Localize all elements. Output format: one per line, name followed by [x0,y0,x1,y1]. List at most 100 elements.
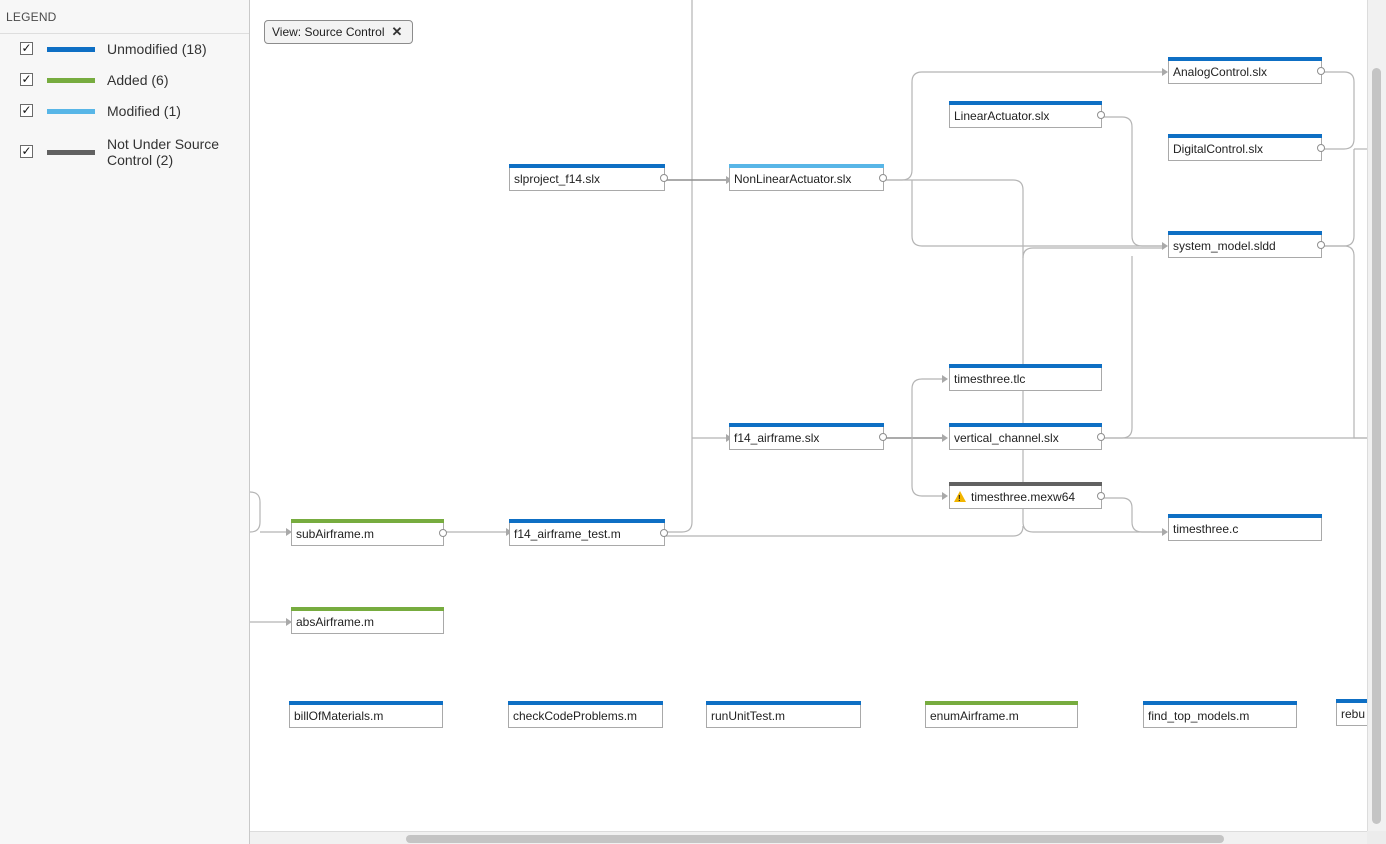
vertical-scroll-thumb[interactable] [1372,68,1381,824]
node-nonlinear-actuator[interactable]: NonLinearActuator.slx [729,164,887,191]
node-label: billOfMaterials.m [294,709,384,723]
checkbox-added[interactable]: ✓ [20,73,33,86]
node-label: enumAirframe.m [930,709,1019,723]
status-bar [729,164,884,168]
node-label: f14_airframe.slx [734,431,820,445]
status-bar [291,519,444,523]
legend-item-added[interactable]: ✓ Added (6) [0,65,249,95]
legend-item-unmodified[interactable]: ✓ Unmodified (18) [0,34,249,64]
node-timesthree-tlc[interactable]: timesthree.tlc [949,364,1102,391]
checkbox-modified[interactable]: ✓ [20,104,33,117]
view-filter-label: View: Source Control [272,25,385,39]
node-rebu-partial[interactable]: rebu [1336,699,1367,726]
legend-swatch-added [47,78,95,83]
legend-label-added: Added (6) [107,72,169,88]
node-label: system_model.sldd [1173,239,1276,253]
output-port[interactable] [660,529,668,537]
output-port[interactable] [660,174,668,182]
legend-swatch-not-under-source-control [47,150,95,155]
legend-item-modified[interactable]: ✓ Modified (1) [0,96,249,126]
node-label: rebu [1341,707,1366,721]
legend-label-not-under-source-control: Not Under Source Control (2) [107,136,220,168]
node-analog-control[interactable]: AnalogControl.slx [1168,57,1325,84]
status-bar [925,701,1078,705]
node-sub-airframe[interactable]: subAirframe.m [291,519,447,546]
node-label: runUnitTest.m [711,709,786,723]
horizontal-scroll-thumb[interactable] [406,835,1224,843]
node-bill-of-materials[interactable]: billOfMaterials.m [289,701,443,728]
node-label: timesthree.c [1173,522,1239,536]
output-port[interactable] [1097,433,1105,441]
dependency-graph-canvas[interactable]: View: Source Control ✕ slproject_f14.slx … [250,0,1367,831]
output-port[interactable] [879,433,887,441]
node-slproject-f14[interactable]: slproject_f14.slx [509,164,668,191]
horizontal-scrollbar[interactable] [250,831,1367,844]
node-label: vertical_channel.slx [954,431,1059,445]
node-timesthree-mexw64[interactable]: timesthree.mexw64 [949,482,1105,509]
output-port[interactable] [1317,144,1325,152]
status-bar [1168,514,1322,518]
status-bar [509,519,665,523]
node-system-model[interactable]: system_model.sldd [1168,231,1325,258]
node-label: DigitalControl.slx [1173,142,1264,156]
legend-item-not-under-source-control[interactable]: ✓ Not Under Source Control (2) [0,134,249,170]
node-digital-control[interactable]: DigitalControl.slx [1168,134,1325,161]
legend-swatch-unmodified [47,47,95,52]
status-bar [706,701,861,705]
checkbox-not-under-source-control[interactable]: ✓ [20,145,33,158]
node-abs-airframe[interactable]: absAirframe.m [291,607,444,634]
node-label: LinearActuator.slx [954,109,1050,123]
status-bar [1143,701,1297,705]
status-bar [1336,699,1367,703]
output-port[interactable] [1317,67,1325,75]
status-bar [291,607,444,611]
legend-label-unmodified: Unmodified (18) [107,41,207,57]
node-f14-airframe[interactable]: f14_airframe.slx [729,423,887,450]
node-label: find_top_models.m [1148,709,1250,723]
node-timesthree-c[interactable]: timesthree.c [1168,514,1322,541]
node-label: AnalogControl.slx [1173,65,1268,79]
node-find-top-models[interactable]: find_top_models.m [1143,701,1297,728]
node-label: checkCodeProblems.m [513,709,638,723]
view-filter-chip[interactable]: View: Source Control ✕ [264,20,414,44]
vertical-scrollbar[interactable] [1367,0,1386,831]
status-bar [1168,134,1322,138]
status-bar [949,482,1102,486]
node-label: subAirframe.m [296,527,375,541]
legend-swatch-modified [47,109,95,114]
node-f14-airframe-test[interactable]: f14_airframe_test.m [509,519,668,546]
legend-title: LEGEND [6,10,57,24]
status-bar [949,423,1102,427]
output-port[interactable] [1317,241,1325,249]
status-bar [509,164,665,168]
output-port[interactable] [1097,111,1105,119]
node-enum-airframe[interactable]: enumAirframe.m [925,701,1078,728]
output-port[interactable] [439,529,447,537]
output-port[interactable] [879,174,887,182]
node-run-unit-test[interactable]: runUnitTest.m [706,701,861,728]
status-bar [949,364,1102,368]
node-label: f14_airframe_test.m [514,527,621,541]
legend-label-modified: Modified (1) [107,103,181,119]
status-bar [1168,57,1322,61]
status-bar [1168,231,1322,235]
node-label: NonLinearActuator.slx [734,172,852,186]
checkbox-unmodified[interactable]: ✓ [20,42,33,55]
node-linear-actuator[interactable]: LinearActuator.slx [949,101,1105,128]
status-bar [508,701,663,705]
close-icon[interactable]: ✕ [392,24,403,39]
status-bar [729,423,884,427]
node-label: absAirframe.m [296,615,375,629]
node-label: slproject_f14.slx [514,172,601,186]
status-bar [289,701,443,705]
output-port[interactable] [1097,492,1105,500]
legend-panel: LEGEND ✓ Unmodified (18) ✓ Added (6) ✓ M… [0,0,250,844]
node-check-code-problems[interactable]: checkCodeProblems.m [508,701,663,728]
node-vertical-channel[interactable]: vertical_channel.slx [949,423,1105,450]
status-bar [949,101,1102,105]
warning-icon [954,491,966,506]
node-label-row: timesthree.mexw64 [954,490,1076,506]
node-label: timesthree.mexw64 [971,490,1076,504]
scrollbar-corner [1367,831,1386,844]
node-label: timesthree.tlc [954,372,1026,386]
